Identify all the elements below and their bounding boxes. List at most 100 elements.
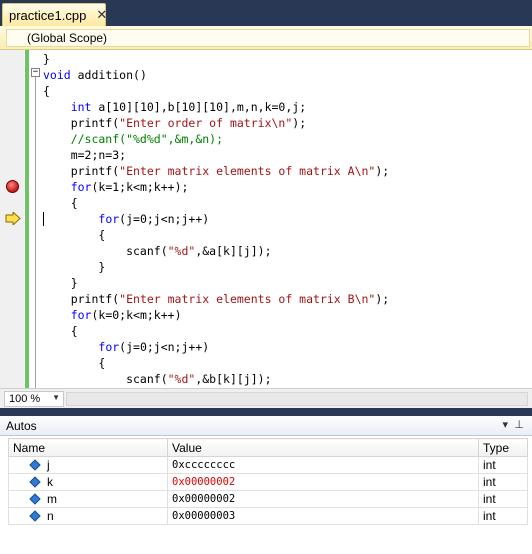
- code-editor[interactable]: − } void addition(){ int a[10][10],b[10][…: [0, 50, 532, 388]
- variable-type: int: [478, 473, 528, 491]
- code-token: ,&b[k][j]);: [195, 372, 272, 386]
- keyword-token: int: [70, 100, 92, 114]
- code-line[interactable]: for(k=0;k<m;k++): [43, 307, 182, 323]
- code-line[interactable]: for(k=1;k<m;k++);: [43, 179, 189, 195]
- document-tab-strip: practice1.cpp ✕: [0, 0, 532, 26]
- code-token: {: [43, 324, 78, 338]
- code-token: (j=0;j<n;j++): [119, 340, 210, 354]
- comment-token: //scanf("%d%d",&m,&n);: [43, 132, 224, 146]
- code-token: {: [43, 356, 106, 370]
- column-header-value[interactable]: Value: [167, 438, 479, 457]
- scope-dropdown[interactable]: (Global Scope): [6, 29, 530, 47]
- code-line[interactable]: scanf("%d",&b[k][j]);: [43, 371, 272, 387]
- code-token: (j=0;j<n;j++): [119, 212, 210, 226]
- code-text[interactable]: } void addition(){ int a[10][10],b[10][10…: [43, 50, 532, 388]
- keyword-token: for: [98, 340, 120, 354]
- variable-icon: [29, 459, 41, 471]
- code-line[interactable]: }: [43, 51, 50, 67]
- navigation-bar: (Global Scope): [0, 26, 532, 50]
- variable-icon: [29, 493, 41, 505]
- variable-name: n: [47, 509, 54, 523]
- column-header-name[interactable]: Name: [8, 438, 168, 457]
- variable-name-cell[interactable]: k: [8, 473, 168, 491]
- code-token: );: [375, 164, 390, 178]
- autos-row[interactable]: j 0xcccccccc int: [8, 456, 528, 474]
- code-token: (k=0;k<m;k++): [91, 308, 182, 322]
- code-line[interactable]: scanf("%d",&a[k][j]);: [43, 243, 272, 259]
- code-token: addition(): [70, 68, 147, 82]
- variable-name-cell[interactable]: m: [8, 490, 168, 508]
- code-line[interactable]: printf("Enter matrix elements of matrix …: [43, 163, 390, 179]
- string-token: "%d": [167, 244, 196, 258]
- code-line[interactable]: }: [43, 259, 105, 275]
- zoom-dropdown[interactable]: 100 % ▼: [4, 391, 64, 407]
- string-token: "%d": [167, 372, 196, 386]
- variable-value[interactable]: 0x00000002: [167, 490, 479, 508]
- tab-practice1-cpp[interactable]: practice1.cpp ✕: [2, 3, 107, 26]
- tab-title: practice1.cpp: [9, 7, 87, 23]
- code-line[interactable]: printf("Enter matrix elements of matrix …: [43, 291, 390, 307]
- outline-guide: [35, 72, 36, 388]
- variable-name: j: [47, 458, 50, 472]
- breakpoint-icon[interactable]: [6, 180, 19, 193]
- variable-value[interactable]: 0x00000003: [167, 507, 479, 525]
- window-position-icon[interactable]: ▾: [502, 418, 508, 431]
- code-line[interactable]: for(j=0;j<n;j++): [43, 211, 209, 227]
- code-token: {: [43, 84, 50, 98]
- collapse-icon[interactable]: −: [31, 68, 40, 77]
- horizontal-scrollbar[interactable]: [66, 392, 528, 406]
- variable-type: int: [478, 507, 528, 525]
- code-line[interactable]: //scanf("%d%d",&m,&n);: [43, 131, 223, 147]
- code-line[interactable]: int a[10][10],b[10][10],m,n,k=0,j;: [43, 99, 306, 115]
- keyword-token: for: [70, 180, 92, 194]
- code-line[interactable]: {: [43, 195, 78, 211]
- code-token: m=2;n=3;: [43, 148, 127, 162]
- code-token: printf(: [43, 116, 120, 130]
- code-token: }: [43, 276, 78, 290]
- code-token: ,&a[k][j]);: [195, 244, 272, 258]
- variable-name-cell[interactable]: j: [8, 456, 168, 474]
- code-token: }: [43, 260, 106, 274]
- keyword-token: for: [98, 212, 120, 226]
- code-line[interactable]: printf("Enter order of matrix\n");: [43, 115, 306, 131]
- variable-type: int: [478, 456, 528, 474]
- zoom-value: 100 %: [9, 393, 41, 405]
- change-tracking-bar: [25, 50, 29, 388]
- code-token: printf(: [43, 292, 120, 306]
- string-token: "Enter order of matrix\n": [119, 116, 293, 130]
- code-token: scanf(: [43, 372, 168, 386]
- code-line[interactable]: m=2;n=3;: [43, 147, 126, 163]
- code-line[interactable]: void addition(): [43, 67, 147, 83]
- code-line[interactable]: {: [43, 355, 105, 371]
- column-header-type[interactable]: Type: [478, 438, 528, 457]
- chevron-down-icon: ▼: [52, 393, 60, 402]
- code-line[interactable]: for(j=0;j<n;j++): [43, 339, 209, 355]
- code-token: );: [375, 292, 390, 306]
- code-line[interactable]: }: [43, 275, 78, 291]
- code-token: a[10][10],b[10][10],m,n,k=0,j;: [91, 100, 307, 114]
- autos-grid: Name Value Type j 0xcccccccc int k 0x0000000…: [8, 438, 528, 525]
- scope-label: (Global Scope): [27, 31, 108, 45]
- variable-name-cell[interactable]: n: [8, 507, 168, 525]
- pin-icon[interactable]: ⊥: [514, 418, 524, 431]
- autos-row[interactable]: m 0x00000002 int: [8, 490, 528, 508]
- autos-row[interactable]: n 0x00000003 int: [8, 507, 528, 525]
- keyword-token: for: [70, 308, 92, 322]
- variable-name: m: [47, 492, 57, 506]
- close-icon[interactable]: ✕: [96, 7, 107, 23]
- variable-value[interactable]: 0x00000002: [167, 473, 479, 491]
- autos-title-bar: Autos ▾ ⊥: [0, 416, 532, 436]
- autos-window: Autos ▾ ⊥ Name Value Type j 0xcccccccc int…: [0, 416, 532, 554]
- instruction-pointer-icon: [5, 212, 21, 225]
- variable-icon: [29, 510, 41, 522]
- string-token: "Enter matrix elements of matrix B\n": [119, 292, 376, 306]
- code-line[interactable]: {: [43, 227, 105, 243]
- code-line[interactable]: {: [43, 83, 50, 99]
- variable-value[interactable]: 0xcccccccc: [167, 456, 479, 474]
- autos-row[interactable]: k 0x00000002 int: [8, 473, 528, 491]
- code-line[interactable]: {: [43, 323, 78, 339]
